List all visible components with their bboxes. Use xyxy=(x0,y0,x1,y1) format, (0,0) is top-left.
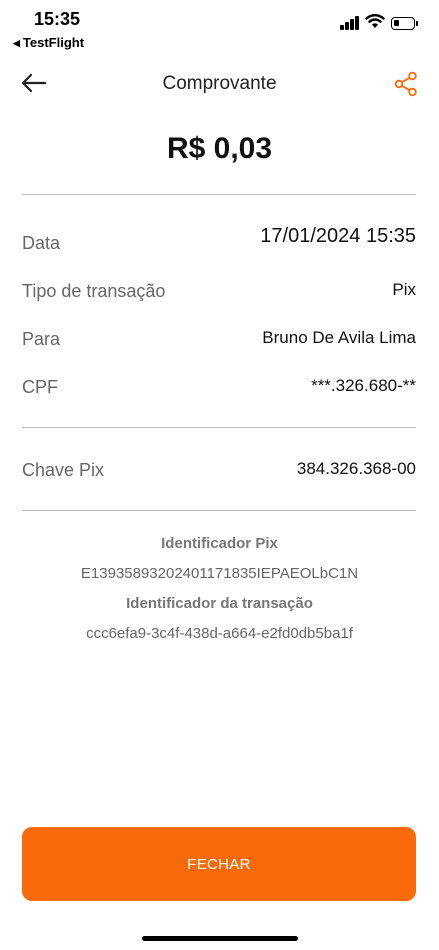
back-app-label: TestFlight xyxy=(22,35,85,50)
close-button[interactable]: FECHAR xyxy=(22,827,416,901)
divider xyxy=(22,194,416,195)
amount-value: R$ 0,03 xyxy=(166,132,273,165)
detail-row-cpf: CPF ***.326.680-** xyxy=(22,373,416,401)
page-title: Comprovante xyxy=(162,73,277,94)
recipient-value: Bruno De Avila Lima xyxy=(262,328,416,347)
wifi-icon xyxy=(365,14,385,28)
detail-row-date: Data 17/01/2024 15:35 xyxy=(22,225,416,257)
cpf-label: CPF xyxy=(22,377,58,397)
status-time: 15:35 xyxy=(34,9,81,29)
pix-key-value: 384.326.368-00 xyxy=(296,459,416,478)
share-icon[interactable] xyxy=(394,71,418,97)
home-indicator xyxy=(142,936,298,941)
divider xyxy=(22,510,416,511)
divider xyxy=(22,427,416,428)
back-triangle-icon: ◀ xyxy=(13,38,20,48)
detail-row-to: Para Bruno De Avila Lima xyxy=(22,325,416,353)
transaction-id-value: ccc6efa9-3c4f-438d-a664-e2fd0db5ba1f xyxy=(86,625,353,642)
recipient-label: Para xyxy=(22,329,61,349)
header: Comprovante xyxy=(0,60,439,106)
transaction-id-label: Identificador da transação xyxy=(126,595,313,612)
pix-id-value: E13935893202401171835IEPAEOLbC1N xyxy=(80,565,359,582)
transaction-type-label: Tipo de transação xyxy=(22,281,166,301)
detail-row-pix-key: Chave Pix 384.326.368-00 xyxy=(22,456,416,484)
status-bar: 15:35 ◀ TestFlight xyxy=(0,0,439,54)
date-value: 17/01/2024 15:35 xyxy=(260,225,416,247)
pix-id-label: Identificador Pix xyxy=(161,535,278,552)
date-label: Data xyxy=(22,233,61,253)
transaction-type-value: Pix xyxy=(392,280,416,299)
detail-row-type: Tipo de transação Pix xyxy=(22,277,416,305)
cpf-value: ***.326.680-** xyxy=(311,376,416,395)
battery-icon xyxy=(391,17,415,30)
back-to-app-link[interactable]: ◀ TestFlight xyxy=(13,35,84,50)
pix-key-label: Chave Pix xyxy=(22,460,105,480)
battery-cap xyxy=(416,21,418,26)
cellular-signal-icon xyxy=(340,16,360,30)
